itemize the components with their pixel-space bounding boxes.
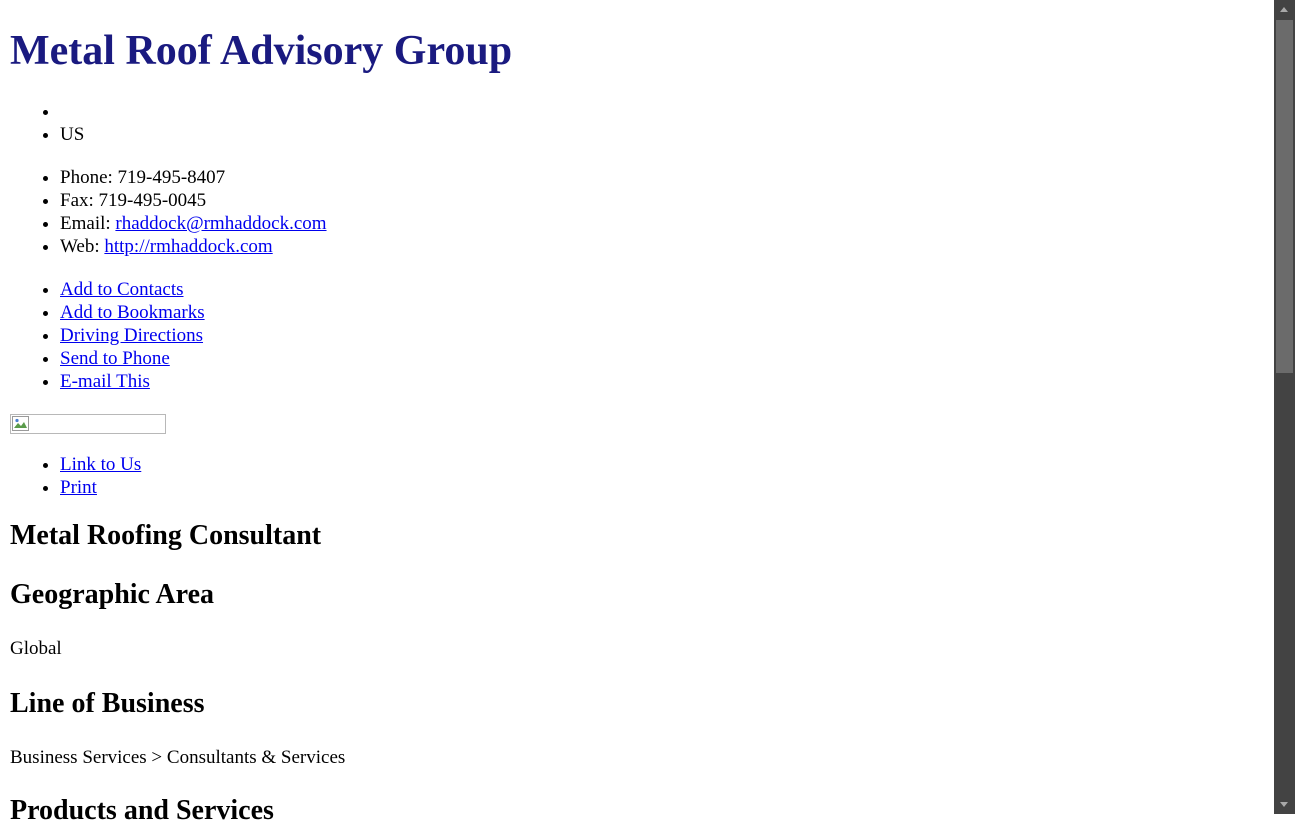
phone-label: Phone: — [60, 167, 113, 188]
web-label: Web: — [60, 236, 100, 257]
link-to-us-link[interactable]: Link to Us — [60, 454, 141, 475]
contact-list: Phone: 719-495-8407 Fax: 719-495-0045 Em… — [10, 166, 327, 258]
fax-label: Fax: — [60, 190, 94, 211]
geographic-area-heading: Geographic Area — [10, 579, 215, 610]
vertical-scrollbar[interactable] — [1274, 0, 1295, 814]
send-to-phone-link[interactable]: Send to Phone — [60, 348, 170, 369]
share-item: Print — [60, 476, 141, 499]
action-item: E-mail This — [60, 370, 205, 393]
add-to-contacts-link[interactable]: Add to Contacts — [60, 279, 184, 300]
email-item: Email: rhaddock@rmhaddock.com — [60, 212, 327, 235]
share-item: Link to Us — [60, 453, 141, 476]
broken-image-placeholder — [10, 414, 166, 434]
share-list: Link to Us Print — [10, 453, 141, 499]
action-item: Send to Phone — [60, 347, 205, 370]
add-to-bookmarks-link[interactable]: Add to Bookmarks — [60, 302, 205, 323]
phone-item: Phone: 719-495-8407 — [60, 166, 327, 189]
address-line-1 — [60, 100, 84, 123]
fax-item: Fax: 719-495-0045 — [60, 189, 327, 212]
website-link[interactable]: http://rmhaddock.com — [104, 236, 272, 257]
fax-value: 719-495-0045 — [98, 190, 207, 211]
arrow-up-icon[interactable] — [1274, 0, 1295, 20]
email-link[interactable]: rhaddock@rmhaddock.com — [115, 213, 326, 234]
action-item: Add to Contacts — [60, 278, 205, 301]
geographic-area-value: Global — [10, 638, 62, 659]
scrollbar-thumb[interactable] — [1276, 20, 1293, 373]
email-label: Email: — [60, 213, 111, 234]
category-heading: Metal Roofing Consultant — [10, 520, 322, 551]
web-item: Web: http://rmhaddock.com — [60, 235, 327, 258]
products-and-services-heading: Products and Services — [10, 795, 274, 826]
phone-value: 719-495-8407 — [117, 167, 226, 188]
action-item: Driving Directions — [60, 324, 205, 347]
actions-list: Add to Contacts Add to Bookmarks Driving… — [10, 278, 205, 393]
address-line-country: US — [60, 123, 84, 146]
broken-image-icon — [12, 416, 29, 431]
page-title: Metal Roof Advisory Group — [10, 28, 513, 74]
email-this-link[interactable]: E-mail This — [60, 371, 150, 392]
line-of-business-heading: Line of Business — [10, 688, 205, 719]
driving-directions-link[interactable]: Driving Directions — [60, 325, 203, 346]
address-list: US — [10, 100, 84, 146]
line-of-business-value: Business Services > Consultants & Servic… — [10, 747, 346, 768]
arrow-down-icon[interactable] — [1274, 794, 1295, 814]
print-link[interactable]: Print — [60, 477, 97, 498]
action-item: Add to Bookmarks — [60, 301, 205, 324]
